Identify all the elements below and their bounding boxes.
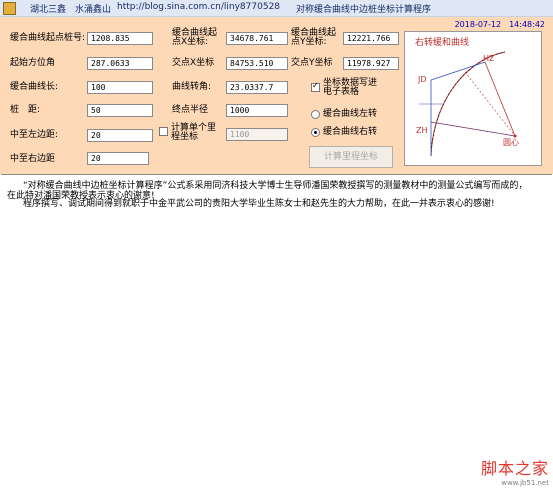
export-excel-checkbox[interactable] bbox=[311, 81, 320, 92]
start-km-input[interactable]: 1208.835 bbox=[87, 32, 153, 45]
single-pile-checkbox[interactable] bbox=[159, 127, 168, 136]
output-line-3: 程序撰写、调试期间得到就职于中金平武公司的贵阳大学毕业生陈女士和赵先生的大力帮助… bbox=[23, 199, 495, 209]
end-radius-input[interactable]: 1000 bbox=[226, 104, 288, 117]
curve-diagram: 右转缓和曲线 HZ JD ZH 圆心 bbox=[404, 31, 542, 166]
single-pile-label: 计算单个里程坐标 bbox=[171, 123, 217, 142]
blog-url: http://blog.sina.com.cn/liny8770528 bbox=[117, 2, 281, 12]
left-offset-input[interactable]: 20 bbox=[87, 129, 153, 142]
right-turn-radio[interactable] bbox=[311, 128, 320, 137]
left-offset-label: 中至左边距: bbox=[10, 130, 59, 140]
start-x-input[interactable]: 34678.761 bbox=[226, 32, 288, 45]
deflection-input[interactable]: 23.0337.7 bbox=[226, 81, 288, 94]
right-offset-label: 中至右边距 bbox=[10, 154, 56, 164]
curve-diagram-svg bbox=[419, 51, 517, 157]
azimuth-input[interactable]: 287.0633 bbox=[87, 57, 153, 70]
output-textarea[interactable]: “对称缓合曲线中边桩坐标计算程序”公式系采用同济科技大学博士生导师潘国荣教授撰写… bbox=[1, 174, 552, 499]
start-y-label: 缓合曲线起点Y坐标: bbox=[291, 28, 337, 47]
jd-label: JD bbox=[418, 75, 427, 84]
app-icon bbox=[3, 2, 16, 15]
calculate-button[interactable]: 计算里程坐标 bbox=[309, 146, 393, 168]
window-title: 对称缓合曲线中边桩坐标计算程序 bbox=[296, 5, 432, 15]
deflection-label: 曲线转角: bbox=[172, 82, 212, 92]
right-turn-label: 缓合曲线右转 bbox=[323, 127, 378, 137]
spiral-length-label: 缓合曲线长: bbox=[10, 82, 59, 92]
diagram-caption: 右转缓和曲线 bbox=[415, 38, 470, 48]
pile-distance-label: 桩 距: bbox=[10, 105, 41, 115]
start-y-input[interactable]: 12221.766 bbox=[343, 32, 399, 45]
jd-x-input[interactable]: 84753.510 bbox=[226, 57, 288, 70]
single-pile-input[interactable]: 1100 bbox=[226, 128, 288, 141]
watermark-url: www.jb51.net bbox=[501, 479, 549, 487]
output-line-1: “对称缓合曲线中边桩坐标计算程序”公式系采用同济科技大学博士生导师潘国荣教授撰写… bbox=[23, 181, 528, 191]
export-excel-label: 坐标数据写进电子表格 bbox=[323, 78, 378, 97]
azimuth-label: 起始方位角 bbox=[10, 58, 56, 68]
title-bar: 湖北三鑫 水涌鑫山 http://blog.sina.com.cn/liny87… bbox=[0, 0, 553, 17]
clock: 2018-07-12 14:48:42 bbox=[454, 20, 545, 29]
left-turn-label: 缓合曲线左转 bbox=[323, 109, 378, 119]
jd-y-input[interactable]: 11978.927 bbox=[343, 57, 399, 70]
jd-y-label: 交点Y坐标 bbox=[291, 58, 333, 68]
watermark: 脚本之家 www.jb51.net bbox=[481, 455, 549, 487]
spiral-length-input[interactable]: 100 bbox=[87, 81, 153, 94]
zh-label: ZH bbox=[416, 126, 428, 135]
author-label: 湖北三鑫 水涌鑫山 bbox=[30, 5, 112, 15]
hz-label: HZ bbox=[483, 54, 495, 63]
left-turn-radio[interactable] bbox=[311, 110, 320, 119]
jd-x-label: 交点X坐标 bbox=[172, 58, 215, 68]
start-km-label: 缓合曲线起点桩号: bbox=[10, 33, 86, 43]
right-offset-input[interactable]: 20 bbox=[87, 152, 149, 165]
end-radius-label: 终点半径 bbox=[172, 105, 209, 115]
watermark-name: 脚本之家 bbox=[480, 459, 549, 478]
center-label: 圆心 bbox=[503, 138, 519, 147]
pile-distance-input[interactable]: 50 bbox=[87, 104, 153, 117]
start-x-label: 缓合曲线起点X坐标: bbox=[172, 28, 218, 47]
